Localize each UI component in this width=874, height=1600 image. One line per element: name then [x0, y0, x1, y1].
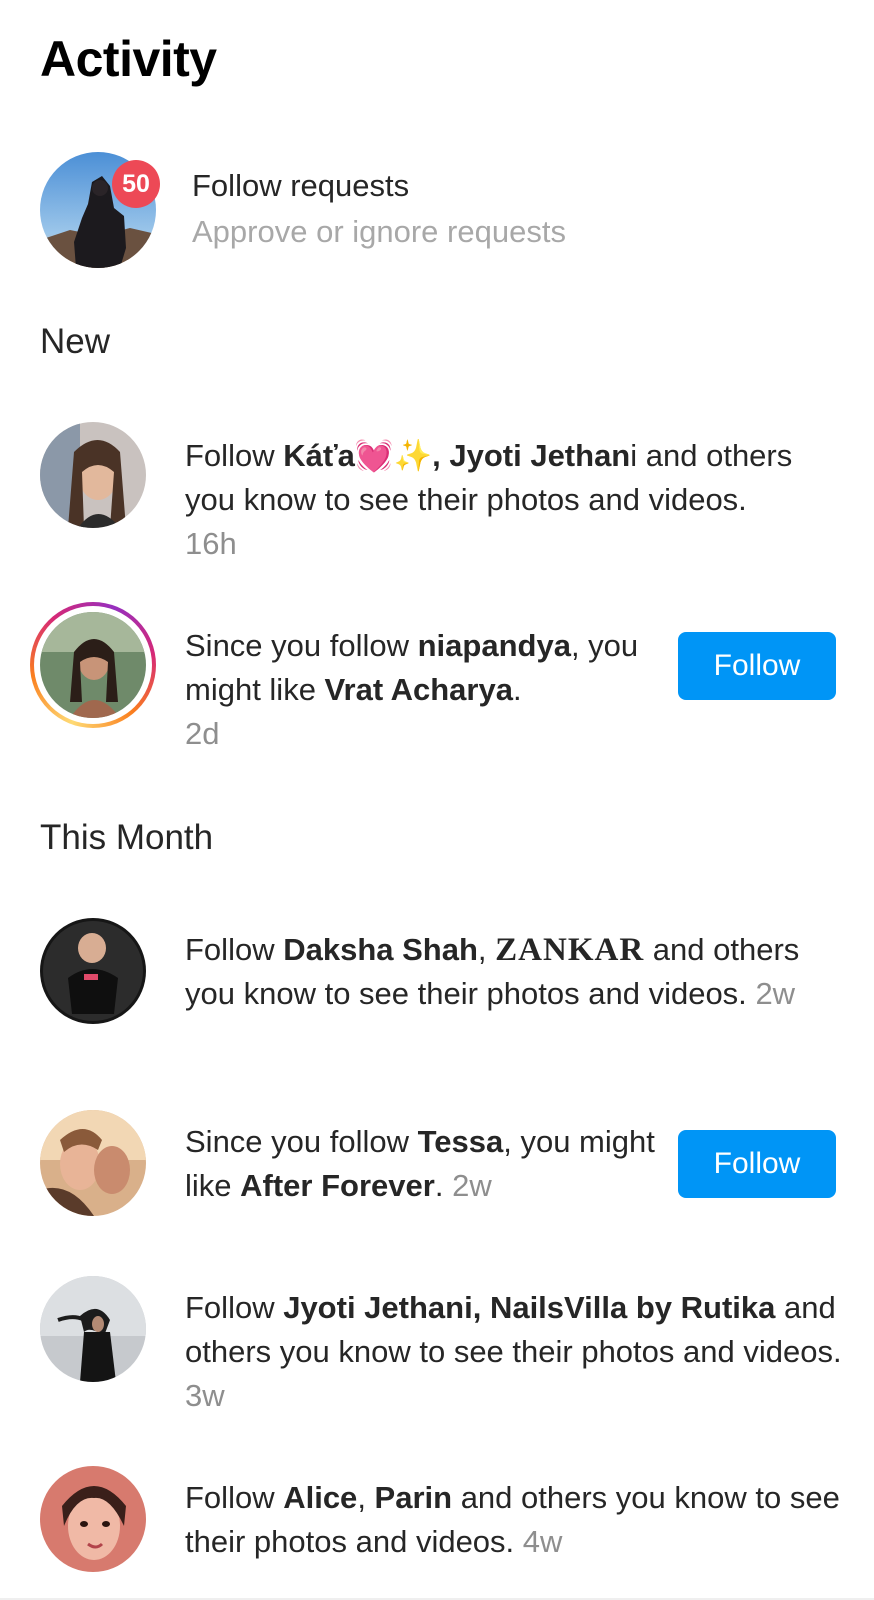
timestamp: 2w — [452, 1168, 492, 1203]
username-link[interactable]: NailsVilla by Rutika — [490, 1290, 775, 1325]
avatar[interactable] — [40, 1466, 146, 1572]
username-link[interactable]: Parin — [375, 1480, 453, 1515]
timestamp: 4w — [522, 1524, 563, 1559]
username-link[interactable]: Káťa — [283, 438, 355, 473]
avatar[interactable] — [40, 422, 146, 528]
follow-requests-row[interactable]: 50 Follow requests Approve or ignore req… — [0, 140, 874, 280]
username-link[interactable]: Jyoti Jethani — [283, 1290, 473, 1325]
notification-text: Follow Daksha Shah, ZANKAR and others yo… — [185, 932, 800, 1011]
notification-text: Follow Káťa💓✨, Jyoti Jethani and others … — [185, 438, 793, 561]
section-heading-this-month: This Month — [40, 818, 214, 857]
timestamp: 2d — [185, 716, 220, 751]
avatar[interactable] — [40, 1276, 146, 1382]
avatar[interactable] — [40, 918, 146, 1024]
username-link[interactable]: Jyoti Jethan — [449, 438, 630, 473]
username-link[interactable]: Daksha Shah — [283, 932, 478, 967]
story-ring[interactable] — [30, 602, 156, 728]
notification-text: Follow Jyoti Jethani, NailsVilla by Ruti… — [185, 1290, 842, 1413]
notification-text: Follow Alice, Parin and others you know … — [185, 1480, 840, 1559]
username-link[interactable]: ZANKAR — [495, 932, 644, 968]
username-link[interactable]: After Forever — [240, 1168, 435, 1203]
timestamp: 16h — [185, 526, 237, 561]
section-heading-new: New — [40, 322, 111, 361]
page-title: Activity — [40, 31, 217, 87]
follow-requests-title: Follow requests — [192, 168, 410, 203]
notification-text: Since you follow niapandya, you might li… — [185, 628, 639, 751]
username-link[interactable]: Alice — [283, 1480, 357, 1515]
avatar[interactable] — [40, 1110, 146, 1216]
follow-button[interactable]: Follow — [678, 632, 836, 700]
username-link[interactable]: Vrat Acharya — [325, 672, 513, 707]
username-link[interactable]: Tessa — [418, 1124, 504, 1159]
timestamp: 3w — [185, 1378, 225, 1413]
emoji: 💓✨ — [354, 438, 433, 473]
timestamp: 2w — [755, 976, 796, 1011]
avatar — [40, 612, 146, 718]
username-link[interactable]: niapandya — [418, 628, 571, 663]
notification-text: Since you follow Tessa, you might like A… — [185, 1124, 655, 1203]
follow-button[interactable]: Follow — [678, 1130, 836, 1198]
follow-requests-count-badge: 50 — [112, 160, 160, 208]
follow-requests-subtitle: Approve or ignore requests — [192, 214, 566, 249]
